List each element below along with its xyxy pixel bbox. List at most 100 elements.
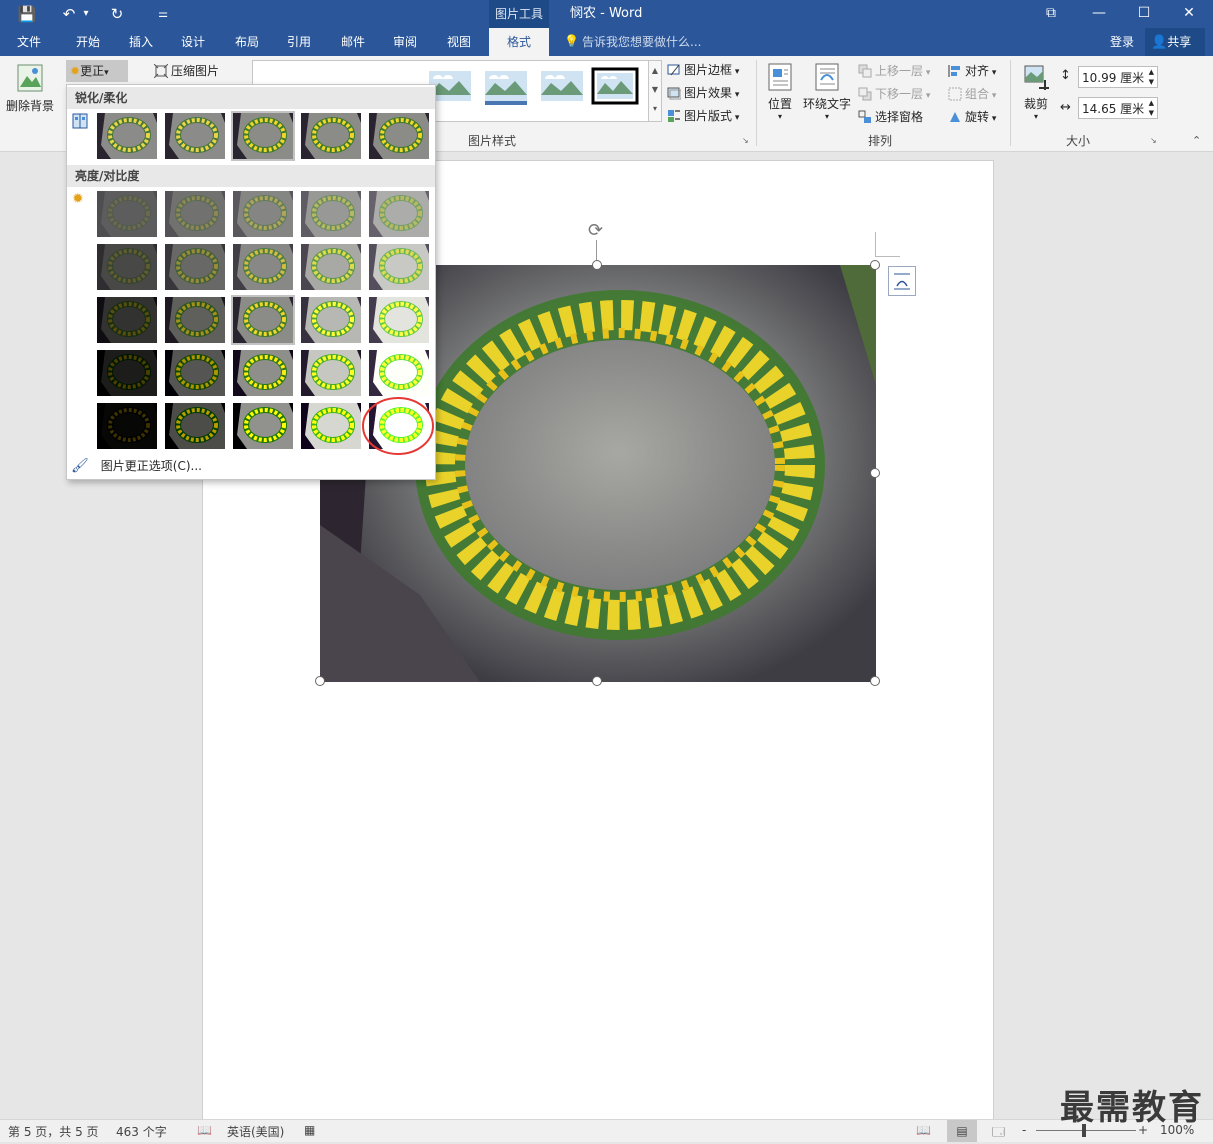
resize-handle-b[interactable] (592, 676, 602, 686)
maximize-icon[interactable]: ☐ (1121, 0, 1167, 28)
print-layout-icon[interactable]: ▤ (947, 1120, 977, 1142)
brightness-contrast-option[interactable] (231, 242, 295, 292)
tab-format[interactable]: 格式 (489, 28, 549, 56)
tab-file[interactable]: 文件 (4, 28, 54, 56)
bring-forward-button[interactable]: 上移一层 ▾ (858, 61, 930, 81)
share-button[interactable]: 👤共享 (1145, 28, 1205, 56)
height-field[interactable]: 10.99 厘米 ▲ ▼ (1078, 66, 1158, 88)
brightness-contrast-option[interactable] (95, 401, 159, 451)
redo-icon[interactable]: ↻ (106, 4, 128, 24)
brightness-contrast-option[interactable] (231, 295, 295, 345)
undo-icon[interactable]: ↶ (58, 4, 80, 24)
resize-handle-br[interactable] (870, 676, 880, 686)
brightness-contrast-option[interactable] (367, 348, 431, 398)
close-icon[interactable]: ✕ (1166, 0, 1212, 28)
crop-button[interactable]: 裁剪 ▾ (1016, 62, 1056, 121)
resize-handle-r[interactable] (870, 468, 880, 478)
thumbnail-image (97, 403, 157, 449)
word-count[interactable]: 463 个字 (116, 1123, 167, 1140)
arrange-group-label: 排列 (867, 134, 892, 148)
macro-record-icon[interactable]: ▦ (304, 1123, 315, 1137)
brightness-contrast-option[interactable] (299, 242, 363, 292)
corrections-button[interactable]: ✹更正▾ (66, 60, 128, 82)
tab-layout[interactable]: 布局 (222, 28, 272, 56)
width-field[interactable]: 14.65 厘米 ▲ ▼ (1078, 97, 1158, 119)
sign-in-link[interactable]: 登录 (1100, 28, 1144, 56)
position-button[interactable]: 位置 ▾ (762, 62, 798, 121)
align-button[interactable]: 对齐 ▾ (948, 61, 996, 81)
picture-corrections-options-link[interactable]: 🖌 图片更正选项(C)... (71, 455, 429, 477)
brightness-contrast-option[interactable] (299, 189, 363, 239)
brightness-contrast-option[interactable] (231, 348, 295, 398)
width-spinner[interactable]: ▲ ▼ (1149, 98, 1154, 118)
tab-references[interactable]: 引用 (274, 28, 324, 56)
selection-pane-button[interactable]: 选择窗格 (858, 107, 923, 127)
read-mode-icon[interactable]: 📖 (916, 1123, 931, 1137)
gallery-scroll[interactable]: ▲ ▼ ▾ (648, 60, 662, 122)
brightness-contrast-option[interactable] (163, 242, 227, 292)
sharpen-option[interactable] (299, 111, 363, 161)
brightness-contrast-option[interactable] (163, 295, 227, 345)
zoom-slider[interactable] (1036, 1130, 1136, 1131)
brightness-contrast-option[interactable] (95, 242, 159, 292)
tab-review[interactable]: 审阅 (380, 28, 430, 56)
picture-tools-context-label: 图片工具 (489, 0, 549, 28)
brightness-contrast-option[interactable] (95, 295, 159, 345)
picture-layout-button[interactable]: 图片版式 ▾ (667, 106, 739, 126)
brightness-contrast-option[interactable] (299, 348, 363, 398)
sharpen-option[interactable] (163, 111, 227, 161)
brightness-contrast-option[interactable] (367, 189, 431, 239)
sharpen-option[interactable] (367, 111, 431, 161)
align-label: 对齐 (965, 64, 990, 78)
brightness-contrast-option[interactable] (231, 401, 295, 451)
dialog-launcher-icon[interactable]: ↘ (742, 136, 749, 145)
group-objects-button[interactable]: 组合 ▾ (948, 84, 996, 104)
tab-insert[interactable]: 插入 (116, 28, 166, 56)
tell-me-input[interactable]: 告诉我您想要做什么... (582, 28, 701, 56)
minimize-icon[interactable]: — (1076, 0, 1122, 28)
ribbon-display-options-icon[interactable]: ⧉ (1028, 0, 1074, 28)
save-icon[interactable]: 💾 (16, 4, 38, 24)
height-spinner[interactable]: ▲ ▼ (1149, 67, 1154, 87)
rotate-button[interactable]: 旋转 ▾ (948, 107, 996, 127)
brightness-contrast-option[interactable] (367, 295, 431, 345)
brightness-contrast-option[interactable] (231, 189, 295, 239)
resize-handle-tr[interactable] (870, 260, 880, 270)
compress-pictures-button[interactable]: 压缩图片 (153, 61, 219, 81)
customize-qat-icon[interactable]: ⚌ (152, 4, 174, 24)
brightness-contrast-option[interactable] (163, 189, 227, 239)
brightness-contrast-option[interactable] (299, 401, 363, 451)
undo-more-icon[interactable]: ▾ (80, 4, 92, 24)
wrap-text-button[interactable]: 环绕文字 ▾ (802, 62, 852, 121)
zoom-out-button[interactable]: - (1022, 1123, 1026, 1137)
brightness-contrast-option[interactable] (95, 189, 159, 239)
rotate-handle-icon[interactable]: ⟳ (588, 220, 603, 241)
page-count[interactable]: 第 5 页，共 5 页 (8, 1123, 99, 1140)
layout-options-icon[interactable] (888, 266, 916, 296)
language-indicator[interactable]: 英语(美国) (227, 1123, 284, 1140)
tab-design[interactable]: 设计 (168, 28, 218, 56)
group-label: 组合 (965, 87, 990, 101)
tab-mailings[interactable]: 邮件 (328, 28, 378, 56)
size-dialog-launcher-icon[interactable]: ↘ (1150, 136, 1157, 145)
brightness-contrast-option[interactable] (163, 348, 227, 398)
brightness-contrast-option[interactable] (367, 242, 431, 292)
sharpen-icon (72, 113, 88, 132)
sharpen-option[interactable] (231, 111, 295, 161)
collapse-ribbon-icon[interactable]: ⌃ (1192, 134, 1201, 147)
remove-background-button[interactable]: 删除背景 (4, 62, 56, 122)
selection-pane-icon (858, 110, 872, 124)
group-icon (948, 87, 962, 101)
send-backward-button[interactable]: 下移一层 ▾ (858, 84, 930, 104)
brightness-contrast-option[interactable] (95, 348, 159, 398)
brightness-contrast-option[interactable] (299, 295, 363, 345)
sharpen-option[interactable] (95, 111, 159, 161)
picture-border-button[interactable]: 图片边框 ▾ (667, 60, 739, 80)
proofing-icon[interactable]: 📖 (197, 1123, 212, 1137)
brightness-contrast-option[interactable] (163, 401, 227, 451)
tab-home[interactable]: 开始 (62, 28, 114, 56)
picture-effects-button[interactable]: 图片效果 ▾ (667, 83, 739, 103)
tab-view[interactable]: 视图 (434, 28, 484, 56)
resize-handle-t[interactable] (592, 260, 602, 270)
resize-handle-bl[interactable] (315, 676, 325, 686)
